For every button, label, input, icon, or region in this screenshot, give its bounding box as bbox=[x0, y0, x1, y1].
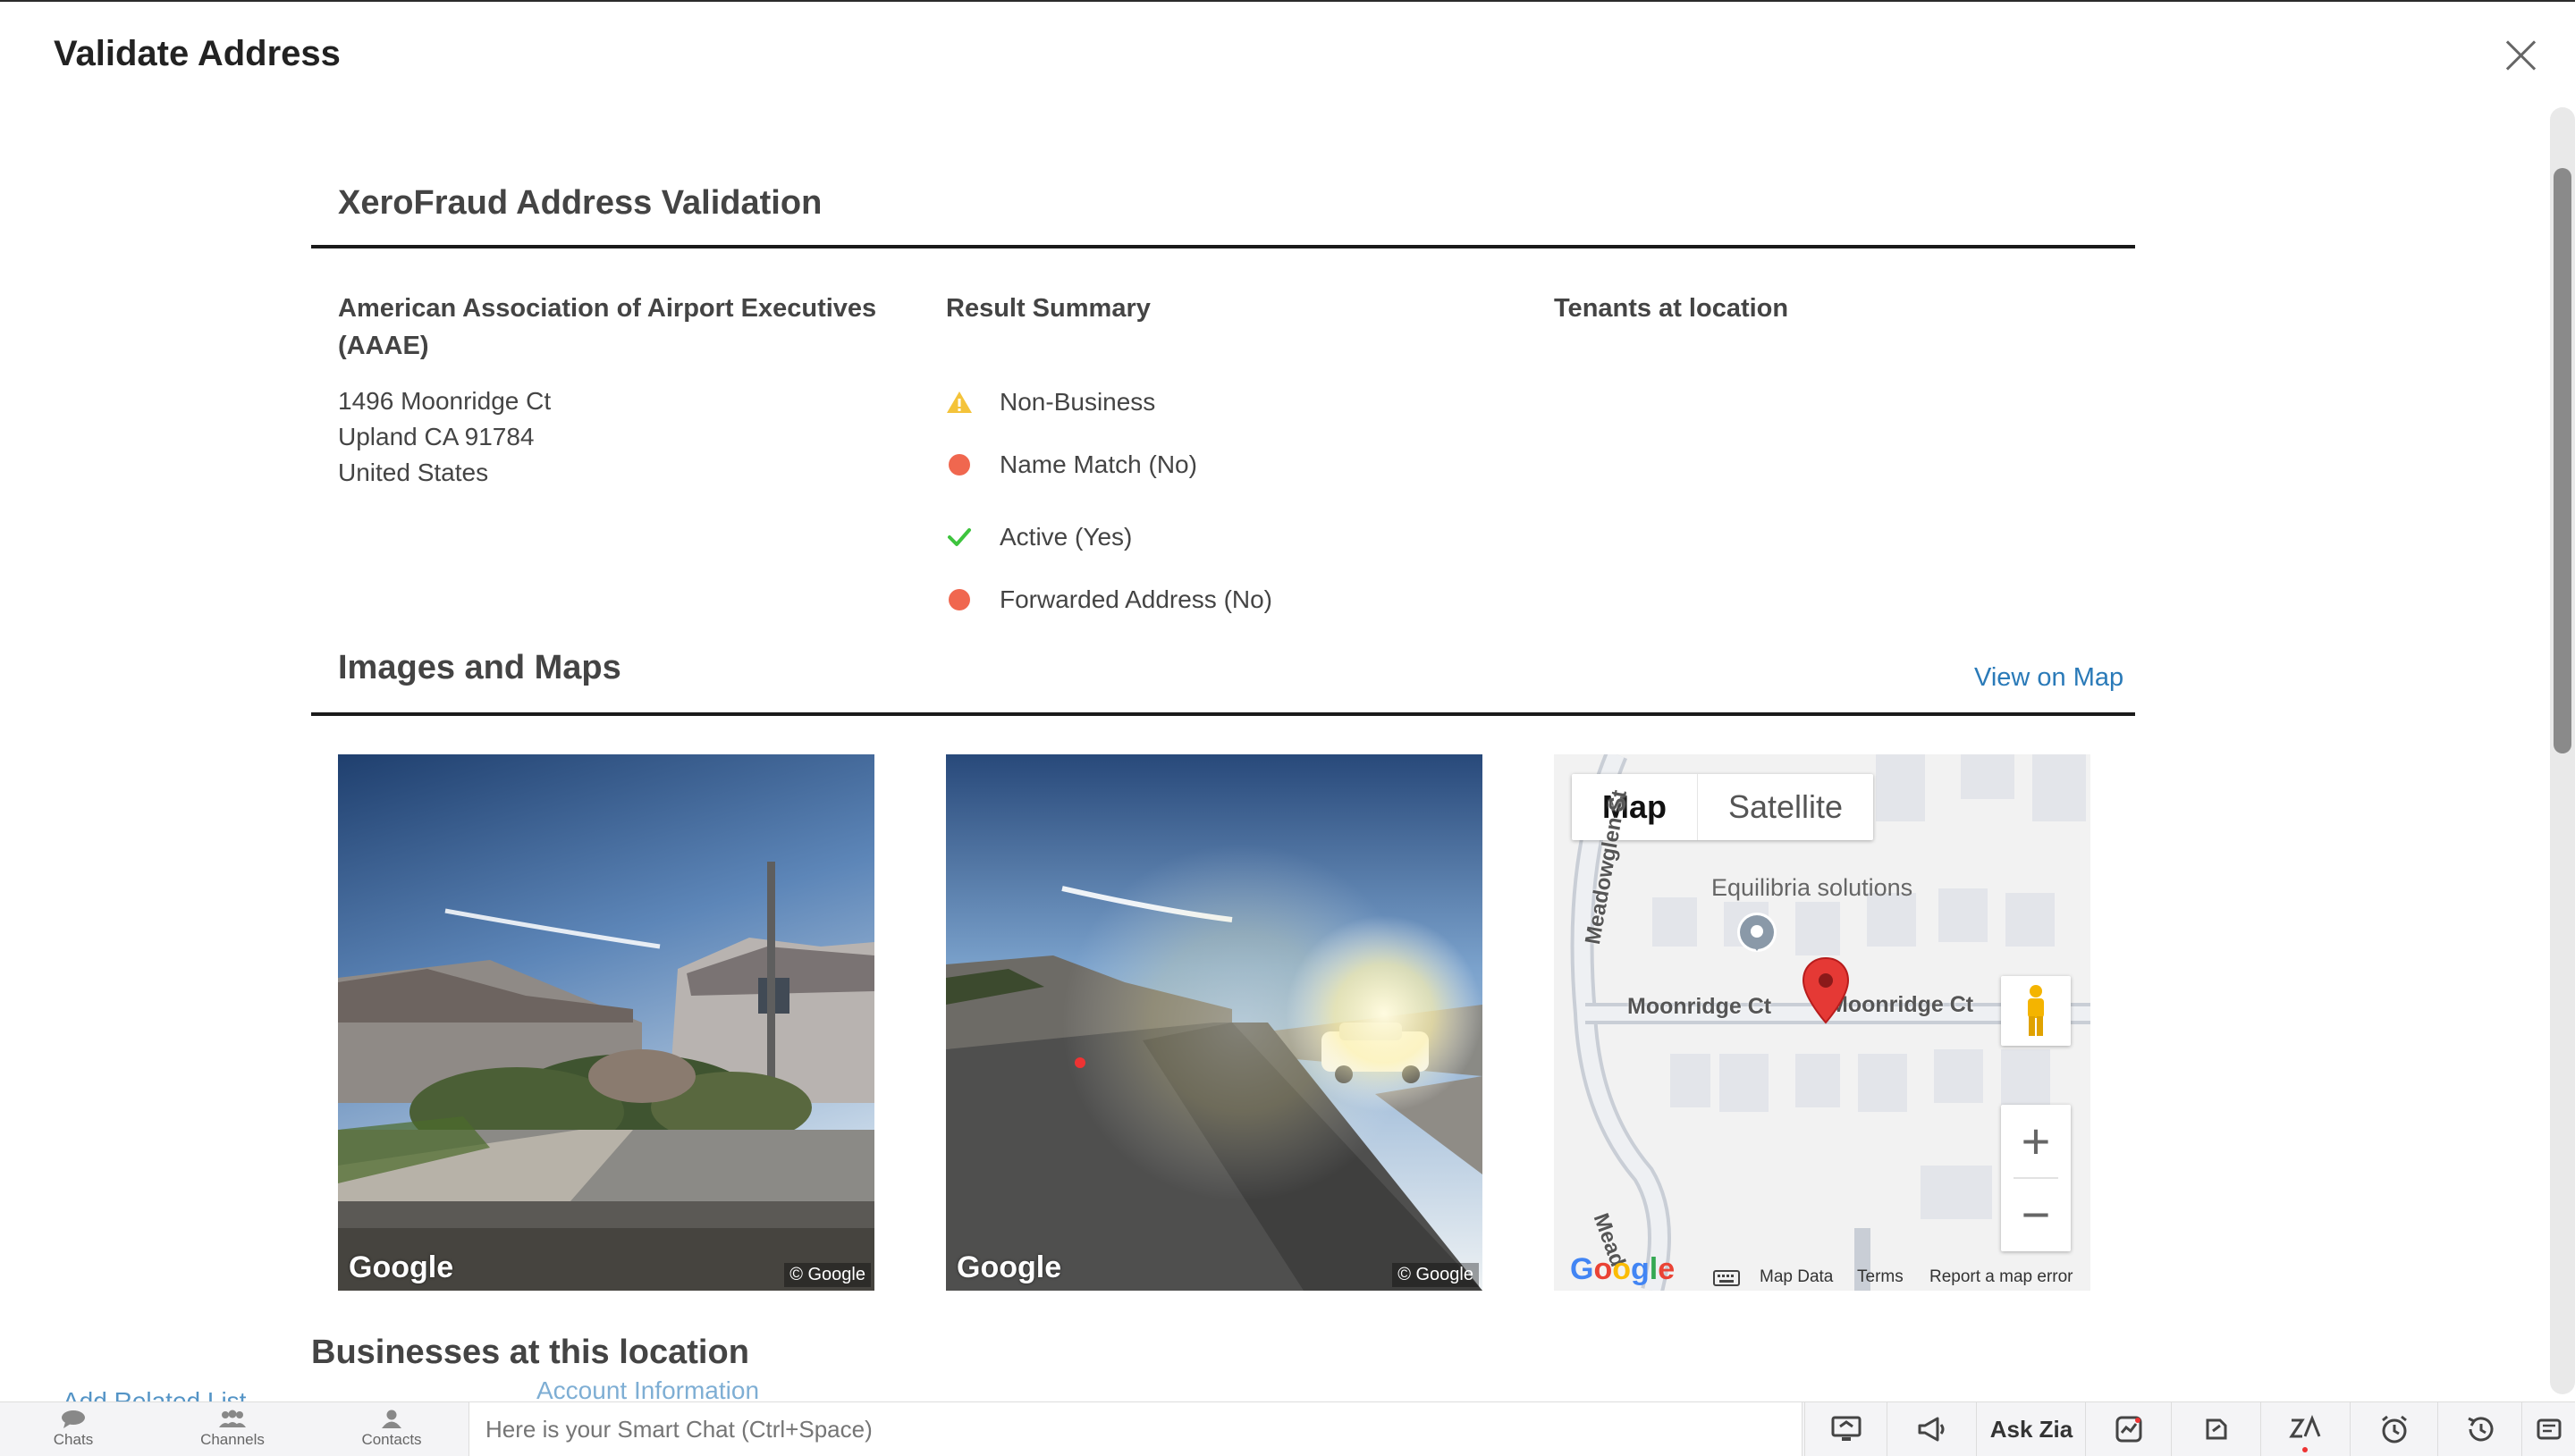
notes-icon[interactable] bbox=[2521, 1402, 2575, 1456]
window-top-border bbox=[0, 0, 2575, 2]
check-icon bbox=[946, 524, 973, 551]
map-type-satellite-button[interactable]: Satellite bbox=[1697, 774, 1873, 840]
poi-marker-icon[interactable] bbox=[1736, 912, 1777, 960]
google-logo: Google bbox=[349, 1250, 454, 1284]
photo-copyright: © Google bbox=[1392, 1263, 1479, 1287]
nav-chats[interactable]: Chats bbox=[24, 1402, 122, 1456]
contacts-icon bbox=[382, 1410, 401, 1428]
zoom-out-button[interactable]: − bbox=[2001, 1178, 2071, 1250]
zoom-controls: + − bbox=[2001, 1105, 2071, 1251]
map-footer: Map Data Terms Report a map error bbox=[1554, 1264, 2090, 1291]
smart-chat-input[interactable] bbox=[469, 1403, 1802, 1455]
view-on-map-link[interactable]: View on Map bbox=[1974, 663, 2123, 693]
street-view-photo-2[interactable]: Google © Google bbox=[946, 754, 1482, 1291]
nav-label: Chats bbox=[53, 1431, 94, 1448]
location-map[interactable]: Map Satellite Equilibria solutions Meado… bbox=[1554, 754, 2090, 1291]
announcement-icon[interactable] bbox=[1887, 1402, 1977, 1456]
result-item-name-match: Name Match (No) bbox=[946, 447, 1197, 483]
red-dot-icon bbox=[946, 451, 973, 478]
alarm-clock-icon[interactable] bbox=[2350, 1402, 2438, 1456]
report-map-error-link[interactable]: Report a map error bbox=[1929, 1267, 2073, 1287]
scrollbar-thumb[interactable] bbox=[2554, 168, 2571, 753]
pegman-icon[interactable] bbox=[2001, 976, 2071, 1046]
nav-label: Contacts bbox=[361, 1431, 422, 1448]
address-line-3: United States bbox=[338, 459, 489, 486]
ask-zia-button[interactable]: Ask Zia bbox=[1976, 1402, 2086, 1456]
red-dot-icon bbox=[946, 586, 973, 613]
warning-icon bbox=[946, 389, 973, 416]
images-maps-heading: Images and Maps bbox=[338, 649, 621, 686]
location-marker-icon[interactable] bbox=[1802, 956, 1850, 1024]
nav-channels[interactable]: Channels bbox=[183, 1402, 282, 1456]
nav-label: Channels bbox=[200, 1431, 265, 1448]
history-icon[interactable] bbox=[2437, 1402, 2522, 1456]
business-name-line1: American Association of Airport Executiv… bbox=[338, 294, 877, 323]
result-label: Non-Business bbox=[1000, 388, 1156, 416]
street-label-moonridge-2: Moonridge Ct bbox=[1829, 992, 1974, 1017]
zia-icon[interactable] bbox=[2260, 1402, 2351, 1456]
smart-chat-bar bbox=[469, 1402, 1802, 1456]
modal-title: Validate Address bbox=[54, 34, 341, 73]
result-label: Forwarded Address (No) bbox=[1000, 585, 1273, 613]
result-label: Active (Yes) bbox=[1000, 523, 1133, 551]
images-divider bbox=[311, 712, 2135, 716]
address-line-1: 1496 Moonridge Ct bbox=[338, 387, 552, 415]
street-view-photo-1[interactable]: Google © Google bbox=[338, 754, 874, 1291]
business-name-line2: (AAAE) bbox=[338, 332, 429, 360]
heading-divider bbox=[311, 245, 2135, 248]
street-label-moonridge-1: Moonridge Ct bbox=[1627, 994, 1772, 1019]
businesses-heading: Businesses at this location bbox=[311, 1334, 749, 1371]
tenants-heading: Tenants at location bbox=[1554, 294, 1789, 323]
business-name: American Association of Airport Executiv… bbox=[338, 290, 876, 365]
chat-icon bbox=[62, 1410, 85, 1428]
result-item-non-business: Non-Business bbox=[946, 384, 1155, 420]
map-data-link[interactable]: Map Data bbox=[1760, 1267, 1833, 1287]
close-icon[interactable] bbox=[2495, 32, 2548, 77]
bottom-bar: Chats Channels Contacts Ask Zia bbox=[0, 1401, 2575, 1456]
report-heading: XeroFraud Address Validation bbox=[338, 184, 823, 222]
screen-share-icon[interactable] bbox=[1804, 1402, 1887, 1456]
address-line-2: Upland CA 91784 bbox=[338, 423, 535, 450]
result-item-forwarded: Forwarded Address (No) bbox=[946, 582, 1272, 618]
channels-icon bbox=[219, 1410, 246, 1427]
map-terms-link[interactable]: Terms bbox=[1857, 1267, 1904, 1287]
activity-chart-icon[interactable] bbox=[2085, 1402, 2172, 1456]
photo-copyright: © Google bbox=[784, 1263, 871, 1287]
result-item-active: Active (Yes) bbox=[946, 519, 1132, 555]
result-label: Name Match (No) bbox=[1000, 450, 1197, 478]
keyboard-icon[interactable] bbox=[1713, 1270, 1740, 1286]
map-poi-label: Equilibria solutions bbox=[1711, 874, 1913, 901]
zoom-in-button[interactable]: + bbox=[2001, 1105, 2071, 1176]
result-summary-heading: Result Summary bbox=[946, 294, 1151, 323]
google-logo: Google bbox=[957, 1250, 1062, 1284]
map-type-map-button[interactable]: Map bbox=[1572, 774, 1697, 840]
notification-dot bbox=[2302, 1447, 2308, 1452]
nav-contacts[interactable]: Contacts bbox=[342, 1402, 441, 1456]
share-icon[interactable] bbox=[2171, 1402, 2261, 1456]
